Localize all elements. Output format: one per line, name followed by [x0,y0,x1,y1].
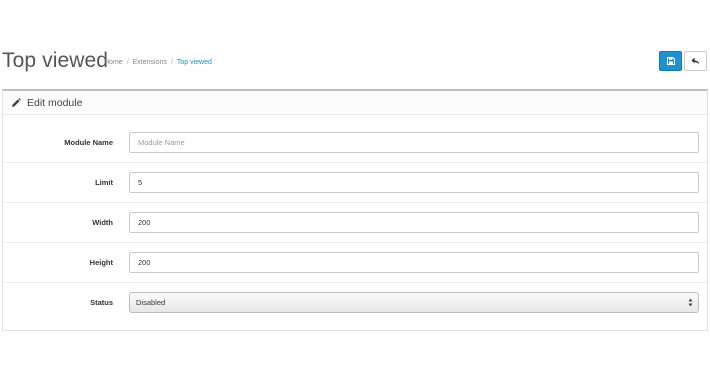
height-input[interactable] [129,252,699,273]
breadcrumb-extensions[interactable]: Extensions [133,59,167,66]
select-arrows-icon [688,298,693,307]
breadcrumb-current[interactable]: Top viewed [177,59,212,66]
width-input[interactable] [129,212,699,233]
form-row-width: Width [3,203,707,243]
module-name-input[interactable] [129,132,699,153]
save-icon [666,57,675,65]
breadcrumb-separator: / [126,59,129,66]
panel-title: Edit module [27,96,83,109]
reply-icon [691,57,700,65]
status-label: Status [90,298,113,307]
back-button[interactable] [684,51,707,71]
status-select[interactable]: Disabled [129,292,699,313]
width-label: Width [92,218,113,227]
breadcrumb: Home / Extensions / Top viewed [104,58,212,68]
form-row-status: Status Disabled [3,283,707,323]
page-header: Top viewed Home / Extensions / Top viewed [0,48,710,78]
breadcrumb-separator: / [170,59,173,66]
page-title: Top viewed [2,49,109,72]
limit-input[interactable] [129,172,699,193]
module-name-label: Module Name [64,138,113,147]
save-button[interactable] [659,51,682,71]
height-label: Height [89,258,113,267]
form-row-module-name: Module Name [3,123,707,163]
breadcrumb-home[interactable]: Home [104,59,123,66]
limit-label: Limit [95,178,113,187]
panel-heading: Edit module [3,91,707,115]
form-row-height: Height [3,243,707,283]
status-selected-value: Disabled [136,298,166,307]
form-row-limit: Limit [3,163,707,203]
pencil-icon [11,97,21,108]
edit-module-panel: Edit module Module Name Limit Width Heig… [2,89,708,331]
